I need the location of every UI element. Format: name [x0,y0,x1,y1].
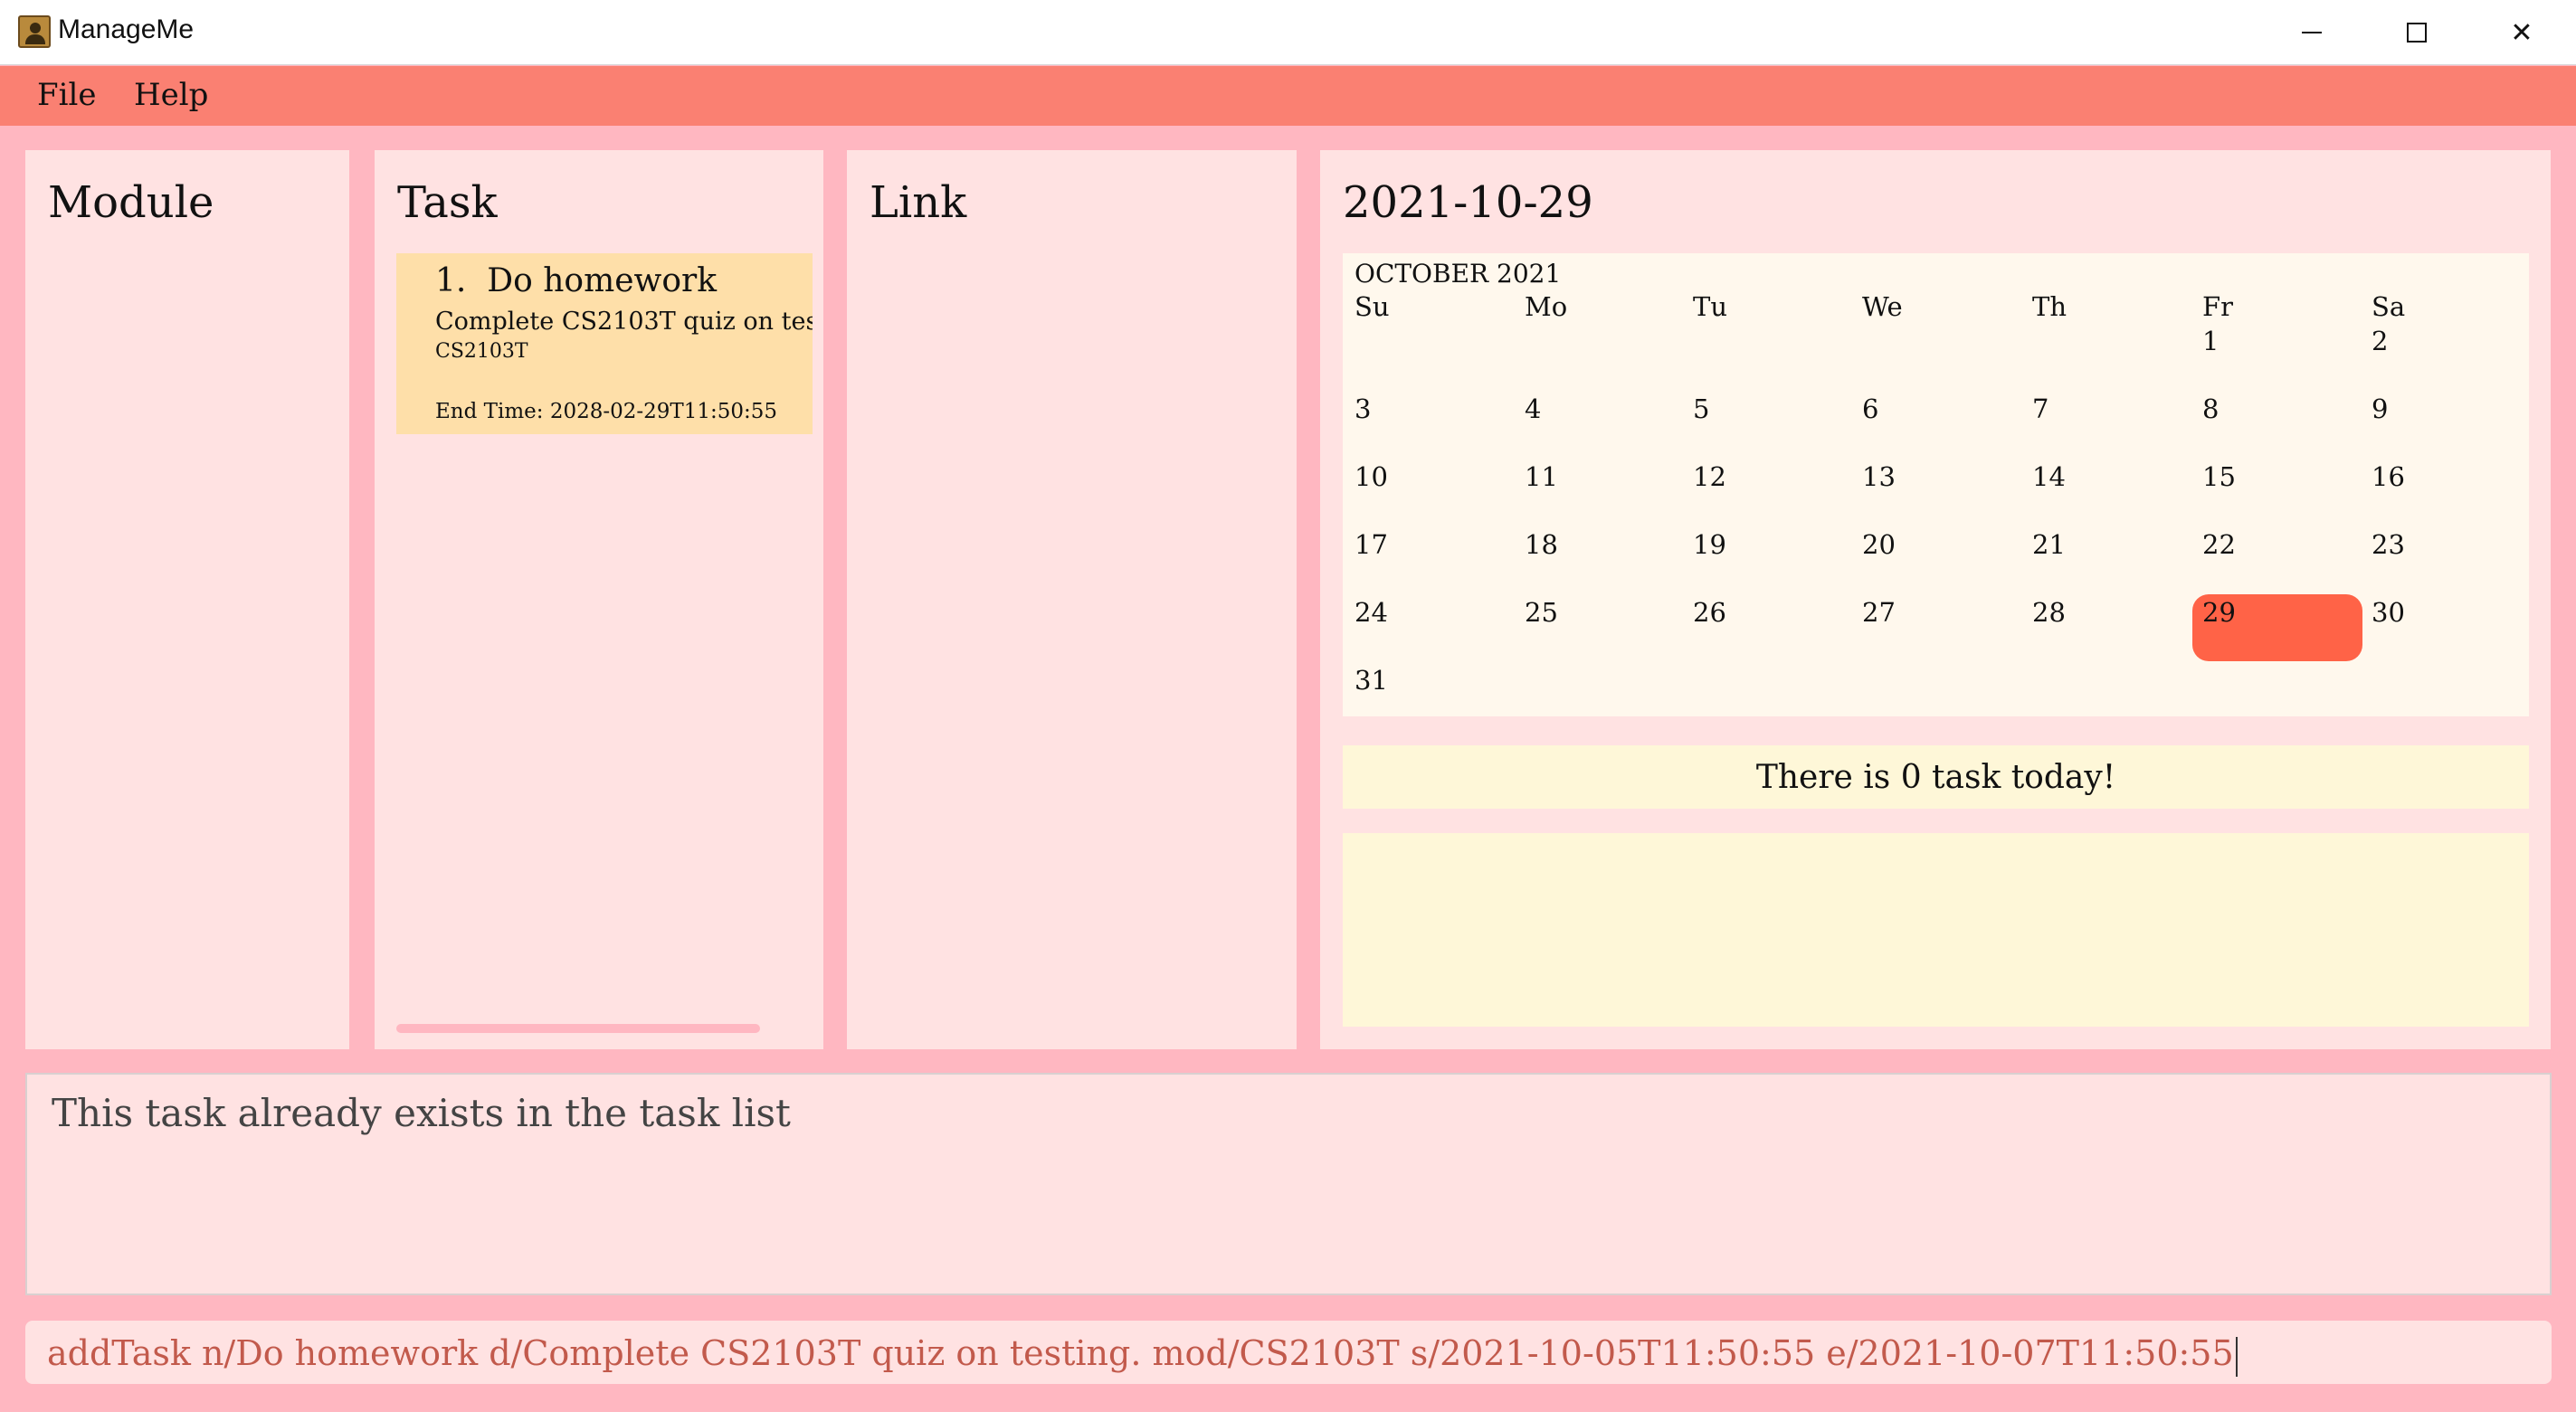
module-panel-title: Module [48,177,214,228]
contact-book-icon [18,15,51,48]
menu-file[interactable]: File [37,77,96,113]
result-display: This task already exists in the task lis… [25,1073,2552,1295]
calendar-day-3[interactable]: 3 [1355,393,1371,424]
maximize-button[interactable] [2364,0,2469,65]
calendar-month-label: OCTOBER 2021 [1355,259,1562,289]
task-module: CS2103T [435,340,528,363]
calendar-month-view: OCTOBER 2021 Su Mo Tu We Th Fr Sa 1 2 3 4 5 6 7 8 9 10 11… [1343,253,2529,716]
calendar-day-30[interactable]: 30 [2372,597,2405,628]
minimize-icon [2302,32,2322,33]
calendar-day-19[interactable]: 19 [1693,529,1726,560]
calendar-date-title: 2021-10-29 [1343,177,1593,228]
calendar-weekday-th: Th [2032,291,2067,322]
calendar-day-5[interactable]: 5 [1693,393,1709,424]
calendar-day-9[interactable]: 9 [2372,393,2388,424]
calendar-day-16[interactable]: 16 [2372,461,2405,492]
calendar-weekday-sa: Sa [2372,291,2406,322]
task-card[interactable]: 1. Do homework Complete CS2103T quiz on … [396,253,813,434]
command-input[interactable]: addTask n/Do homework d/Complete CS2103T… [47,1333,2238,1377]
calendar-day-20[interactable]: 20 [1862,529,1896,560]
calendar-day-15[interactable]: 15 [2202,461,2236,492]
calendar-day-23[interactable]: 23 [2372,529,2405,560]
module-panel: Module [25,150,349,1049]
command-text: addTask n/Do homework d/Complete CS2103T… [47,1333,2234,1373]
today-task-list [1343,833,2529,1027]
calendar-weekday-fr: Fr [2202,291,2233,322]
link-panel-title: Link [870,177,967,228]
calendar-day-7[interactable]: 7 [2032,393,2048,424]
calendar-weekday-tu: Tu [1693,291,1728,322]
calendar-day-27[interactable]: 27 [1862,597,1896,628]
close-icon: ✕ [2510,16,2533,49]
calendar-day-6[interactable]: 6 [1862,393,1878,424]
task-horizontal-scrollbar[interactable] [396,1024,760,1033]
calendar-day-28[interactable]: 28 [2032,597,2066,628]
calendar-day-26[interactable]: 26 [1693,597,1726,628]
task-name: 1. Do homework [435,262,717,299]
calendar-day-4[interactable]: 4 [1525,393,1541,424]
calendar-day-25[interactable]: 25 [1525,597,1558,628]
window-title: ManageMe [58,14,195,44]
task-panel: Task 1. Do homework Complete CS2103T qui… [375,150,823,1049]
calendar-day-24[interactable]: 24 [1355,597,1388,628]
task-title: Do homework [487,262,718,299]
minimize-button[interactable] [2259,0,2364,65]
calendar-day-14[interactable]: 14 [2032,461,2066,492]
text-caret [2235,1336,2238,1377]
command-box[interactable]: addTask n/Do homework d/Complete CS2103T… [25,1321,2552,1384]
task-index: 1. [435,262,467,299]
task-end-time: End Time: 2028-02-29T11:50:55 [435,400,778,423]
maximize-icon [2407,23,2427,43]
result-message: This task already exists in the task lis… [52,1091,791,1135]
calendar-day-21[interactable]: 21 [2032,529,2066,560]
link-panel: Link [847,150,1297,1049]
today-task-count: There is 0 task today! [1343,745,2529,809]
task-description: Complete CS2103T quiz on testing. [435,308,813,336]
calendar-day-29[interactable]: 29 [2202,597,2236,628]
calendar-day-17[interactable]: 17 [1355,529,1388,560]
menu-bar: File Help [0,66,2576,126]
calendar-day-22[interactable]: 22 [2202,529,2236,560]
calendar-weekday-su: Su [1355,291,1390,322]
calendar-day-11[interactable]: 11 [1525,461,1558,492]
calendar-day-1[interactable]: 1 [2202,326,2219,356]
calendar-day-31[interactable]: 31 [1355,665,1388,696]
calendar-panel: 2021-10-29 OCTOBER 2021 Su Mo Tu We Th Fr Sa 1 2… [1320,150,2551,1049]
menu-help[interactable]: Help [134,77,208,113]
calendar-day-8[interactable]: 8 [2202,393,2219,424]
calendar-day-10[interactable]: 10 [1355,461,1388,492]
calendar-weekday-we: We [1862,291,1903,322]
close-button[interactable]: ✕ [2469,0,2574,65]
calendar-day-18[interactable]: 18 [1525,529,1558,560]
calendar-day-13[interactable]: 13 [1862,461,1896,492]
calendar-day-2[interactable]: 2 [2372,326,2388,356]
calendar-weekday-mo: Mo [1525,291,1568,322]
calendar-day-12[interactable]: 12 [1693,461,1726,492]
title-bar: ManageMe ✕ [0,0,2576,65]
task-panel-title: Task [397,177,498,228]
